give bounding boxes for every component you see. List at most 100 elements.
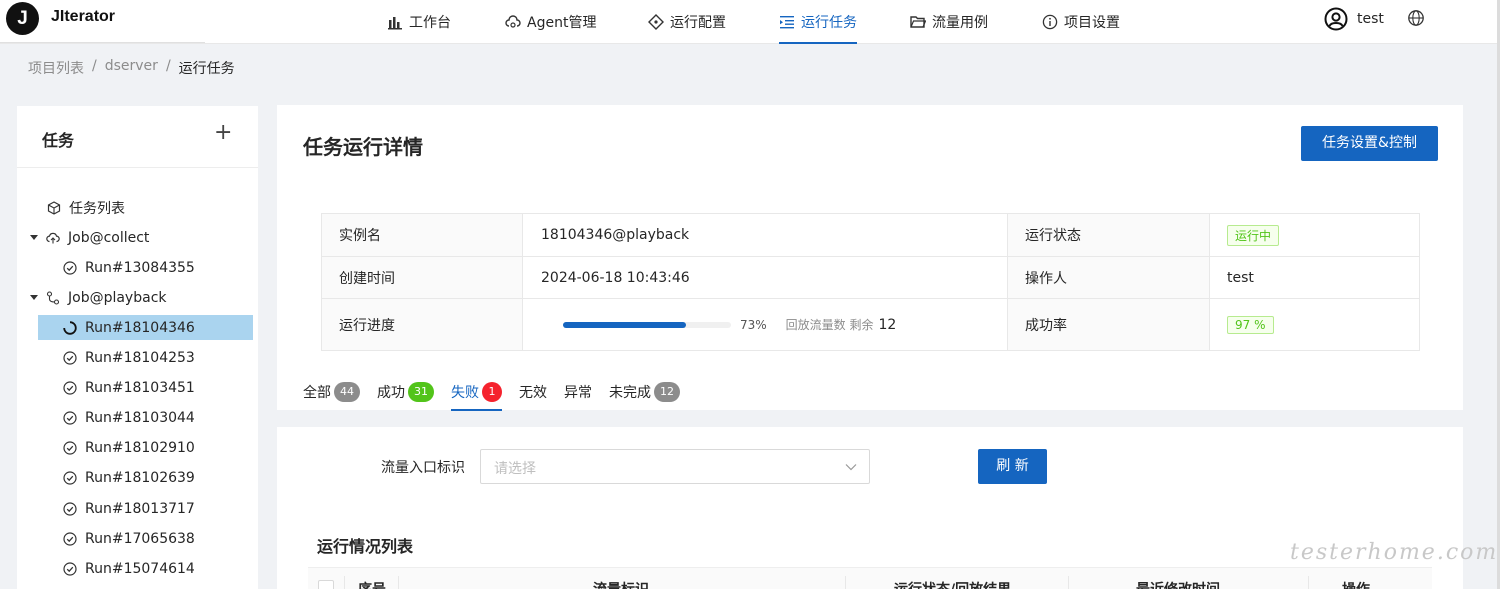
nav-agent-management[interactable]: Agent管理 xyxy=(505,0,596,44)
tree-run-item[interactable]: Run#18102639 xyxy=(63,465,195,490)
app-name: JIterator xyxy=(51,8,116,25)
nav-project-settings[interactable]: 项目设置 xyxy=(1042,0,1120,44)
breadcrumb: 项目列表 / dserver / 运行任务 xyxy=(28,58,235,78)
tree-run-item[interactable]: Run#18013717 xyxy=(63,496,195,521)
tree-run-item[interactable]: Run#18102910 xyxy=(63,435,195,460)
run-progress: 73% 回放流量数 剩余 12 xyxy=(541,316,896,333)
count-badge: 1 xyxy=(482,382,502,402)
traffic-entry-select[interactable]: 请选择 xyxy=(480,449,870,484)
check-circle-icon xyxy=(63,260,77,275)
tree-label: Run#13084355 xyxy=(85,259,195,276)
tree-run-item[interactable]: Run#13084355 xyxy=(63,255,195,280)
chevron-down-icon xyxy=(845,464,857,471)
run-list-panel: 流量入口标识 请选择 刷 新 运行情况列表 序号 流量标识 运行状态/回放结果 … xyxy=(277,427,1463,589)
breadcrumb-project-list[interactable]: 项目列表 xyxy=(28,58,84,78)
brand-divider xyxy=(0,42,205,43)
tab-error[interactable]: 异常 xyxy=(564,375,609,409)
check-circle-icon xyxy=(63,470,77,485)
nav-run-tasks[interactable]: 运行任务 xyxy=(779,0,857,44)
check-circle-icon xyxy=(63,410,77,425)
tree-label: 任务列表 xyxy=(69,200,125,217)
refresh-button[interactable]: 刷 新 xyxy=(978,449,1047,484)
progress-percent: 73% xyxy=(740,317,767,332)
user-name: test xyxy=(1357,11,1384,27)
check-circle-icon xyxy=(63,380,77,395)
tab-success[interactable]: 成功 31 xyxy=(377,375,451,409)
cube-icon xyxy=(47,200,61,215)
tree-label: Run#17065638 xyxy=(85,530,195,547)
operator-label: 操作人 xyxy=(1008,257,1210,298)
select-all-checkbox[interactable] xyxy=(318,580,334,589)
instance-name-label: 实例名 xyxy=(322,214,523,256)
task-list-icon xyxy=(780,16,794,29)
table-header: 序号 流量标识 运行状态/回放结果 最近修改时间 操作 xyxy=(308,567,1432,589)
breadcrumb-project[interactable]: dserver xyxy=(105,58,158,78)
tree-label: Run#18102639 xyxy=(85,469,195,486)
breadcrumb-current: 运行任务 xyxy=(178,61,235,77)
progress-bar-fill xyxy=(563,321,686,328)
column-header-modified-time: 最近修改时间 xyxy=(1136,579,1220,589)
tree-run-item[interactable]: Run#15074614 xyxy=(63,556,195,581)
tree-label: Run#18104346 xyxy=(85,319,195,336)
tree-label: Run#18103044 xyxy=(85,409,195,426)
tree-run-item[interactable]: Run#18103044 xyxy=(63,405,195,430)
check-circle-icon xyxy=(63,350,77,365)
tree-run-item[interactable]: Run#18103451 xyxy=(63,375,195,400)
column-header-actions: 操作 xyxy=(1342,579,1370,589)
tree-label: Job@playback xyxy=(68,289,167,306)
tab-failed[interactable]: 失败 1 xyxy=(451,375,519,411)
tree-run-item[interactable]: Run#17065638 xyxy=(63,526,195,551)
tree-job-collect[interactable]: Job@collect xyxy=(30,225,149,250)
tree-label: Run#18103451 xyxy=(85,379,195,396)
select-placeholder: 请选择 xyxy=(494,461,536,477)
caret-down-icon[interactable] xyxy=(30,295,38,300)
result-tabs: 全部 44 成功 31 失败 1 无效 异常 未完成 12 xyxy=(303,375,697,411)
tree-run-item[interactable]: Run#18104253 xyxy=(63,345,195,370)
tree-label: Run#18102910 xyxy=(85,439,195,456)
add-task-button[interactable]: + xyxy=(214,120,232,145)
folder-open-icon xyxy=(910,16,926,28)
success-rate-badge: 97 % xyxy=(1227,315,1274,334)
nav-workbench[interactable]: 工作台 xyxy=(387,0,451,44)
nav-label: 工作台 xyxy=(409,15,451,31)
run-status-badge: 运行中 xyxy=(1227,224,1280,246)
tab-label: 未完成 xyxy=(609,385,651,401)
tree-task-list[interactable]: 任务列表 xyxy=(47,195,125,220)
tab-all[interactable]: 全部 44 xyxy=(303,375,377,409)
tree-job-playback[interactable]: Job@playback xyxy=(30,285,167,310)
count-badge: 12 xyxy=(654,382,680,402)
column-divider xyxy=(344,576,345,589)
tree-label: Run#18104253 xyxy=(85,349,195,366)
column-divider xyxy=(845,576,846,589)
created-time-label: 创建时间 xyxy=(322,257,523,298)
app-logo[interactable]: J xyxy=(6,2,39,35)
check-circle-icon xyxy=(63,501,77,516)
remaining-count: 12 xyxy=(878,316,897,333)
language-globe-icon[interactable] xyxy=(1407,9,1425,27)
nav-label: 运行配置 xyxy=(670,15,726,31)
tab-invalid[interactable]: 无效 xyxy=(519,375,564,409)
node-branch-icon xyxy=(46,290,60,305)
check-circle-icon xyxy=(63,531,77,546)
column-header-index: 序号 xyxy=(358,579,386,589)
tab-incomplete[interactable]: 未完成 12 xyxy=(609,375,697,409)
created-time-value: 2024-06-18 10:43:46 xyxy=(523,257,1008,298)
tab-label: 异常 xyxy=(564,385,592,401)
nav-label: 流量用例 xyxy=(932,15,988,31)
caret-down-icon[interactable] xyxy=(30,235,38,240)
column-divider xyxy=(1308,576,1309,589)
tree-run-item-selected[interactable]: Run#18104346 xyxy=(38,315,253,340)
breadcrumb-separator: / xyxy=(92,58,97,74)
instance-name-value: 18104346@playback xyxy=(523,214,1008,256)
operator-value: test xyxy=(1227,269,1254,286)
count-badge: 44 xyxy=(334,382,360,402)
bar-chart-icon xyxy=(388,17,402,30)
nav-run-config[interactable]: 运行配置 xyxy=(648,0,726,44)
task-settings-button[interactable]: 任务设置&控制 xyxy=(1301,126,1438,161)
tab-label: 成功 xyxy=(377,385,405,401)
user-menu[interactable]: test xyxy=(1324,7,1384,31)
nav-traffic-cases[interactable]: 流量用例 xyxy=(910,0,988,44)
cloud-cog-icon xyxy=(505,15,521,28)
top-nav-bar: J JIterator 工作台 Agent管理 运行配置 运行任务 流量用例 项… xyxy=(0,0,1497,44)
run-description-table: 实例名 18104346@playback 运行状态 运行中 创建时间 2024… xyxy=(321,213,1420,351)
